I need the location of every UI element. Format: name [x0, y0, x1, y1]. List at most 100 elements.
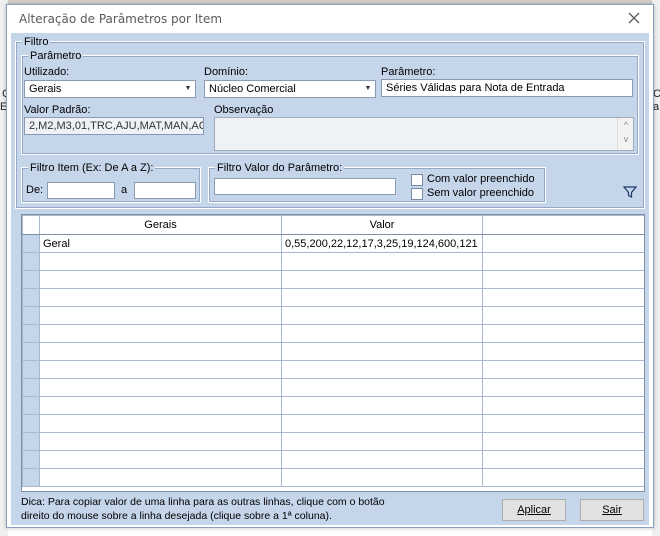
- dominio-combo[interactable]: Núcleo Comercial ▼: [204, 80, 376, 98]
- row-indicator[interactable]: [22, 306, 40, 325]
- table-row[interactable]: [22, 450, 644, 469]
- grid-cell[interactable]: [39, 432, 282, 451]
- filtro-item-legend: Filtro Item (Ex: De A a Z):: [28, 162, 156, 174]
- parametro-field[interactable]: Séries Válidas para Nota de Entrada: [381, 79, 633, 97]
- grid-cell: [482, 414, 644, 433]
- grid-cell: [482, 468, 644, 487]
- row-indicator[interactable]: [22, 234, 40, 253]
- grid-cell: [482, 450, 644, 469]
- table-row[interactable]: [22, 324, 644, 343]
- de-input[interactable]: [47, 182, 115, 199]
- grid-cell[interactable]: [39, 396, 282, 415]
- a-input[interactable]: [134, 182, 196, 199]
- grid-cell[interactable]: [39, 342, 282, 361]
- grid-cell[interactable]: [39, 324, 282, 343]
- grid-cell-gerais[interactable]: Geral: [39, 234, 282, 253]
- chevron-down-icon[interactable]: ▼: [181, 81, 195, 97]
- table-row[interactable]: [22, 360, 644, 379]
- column-header-gerais[interactable]: Gerais: [39, 215, 282, 235]
- grid-cell[interactable]: [39, 414, 282, 433]
- sair-button[interactable]: Sair: [580, 499, 644, 521]
- table-row[interactable]: [22, 306, 644, 325]
- filtro-legend: Filtro: [22, 36, 51, 48]
- grid-cell[interactable]: [281, 468, 483, 487]
- table-row[interactable]: [22, 288, 644, 307]
- grid-cell: [482, 378, 644, 397]
- chevron-down-icon[interactable]: ▼: [361, 81, 375, 97]
- table-row[interactable]: [22, 396, 644, 415]
- grid-cell[interactable]: [39, 468, 282, 487]
- grid-cell[interactable]: [39, 252, 282, 271]
- grid-cell[interactable]: [281, 360, 483, 379]
- table-row[interactable]: [22, 468, 644, 487]
- grid-cell[interactable]: [281, 342, 483, 361]
- grid-cell-valor[interactable]: 0,55,200,22,12,17,3,25,19,124,600,121: [281, 234, 483, 253]
- grid-cell[interactable]: [281, 378, 483, 397]
- grid-cell: [482, 270, 644, 289]
- grid-cell[interactable]: [39, 450, 282, 469]
- grid-cell: [482, 360, 644, 379]
- row-indicator[interactable]: [22, 468, 40, 487]
- grid-cell[interactable]: [281, 432, 483, 451]
- grid-cell[interactable]: [281, 270, 483, 289]
- sair-label: Sair: [602, 504, 622, 516]
- table-row[interactable]: [22, 378, 644, 397]
- utilizado-combo[interactable]: Gerais ▼: [24, 80, 196, 98]
- grid-cell[interactable]: [281, 324, 483, 343]
- row-indicator[interactable]: [22, 324, 40, 343]
- hint-line: Dica: Para copiar valor de uma linha par…: [21, 496, 385, 508]
- table-row[interactable]: [22, 432, 644, 451]
- grid-corner: [22, 215, 40, 235]
- row-indicator[interactable]: [22, 360, 40, 379]
- table-row[interactable]: [22, 342, 644, 361]
- com-valor-checkbox[interactable]: [411, 174, 423, 186]
- column-header-valor[interactable]: Valor: [281, 215, 483, 235]
- chevron-down-icon[interactable]: v: [618, 134, 634, 148]
- close-icon[interactable]: [625, 9, 643, 27]
- dominio-label: Domínio:: [204, 66, 249, 78]
- grid-cell[interactable]: [281, 252, 483, 271]
- table-row[interactable]: [22, 270, 644, 289]
- grid-cell[interactable]: [39, 306, 282, 325]
- parameter-grid[interactable]: Gerais Valor Geral 0,55,200,22,12,17,3,2…: [21, 214, 645, 492]
- row-indicator[interactable]: [22, 378, 40, 397]
- utilizado-value: Gerais: [29, 83, 62, 95]
- chevron-up-icon[interactable]: ^: [618, 120, 634, 134]
- valor-padrao-field[interactable]: 2,M2,M3,01,TRC,AJU,MAT,MAN,AGR,FF: [24, 117, 204, 135]
- grid-cell: [482, 432, 644, 451]
- grid-cell: [482, 306, 644, 325]
- table-row[interactable]: Geral 0,55,200,22,12,17,3,25,19,124,600,…: [22, 234, 644, 253]
- observacao-scrollbar[interactable]: ^ v: [617, 118, 633, 150]
- observacao-textarea[interactable]: ^ v: [214, 117, 634, 151]
- grid-cell: [482, 288, 644, 307]
- grid-cell[interactable]: [39, 270, 282, 289]
- row-indicator[interactable]: [22, 450, 40, 469]
- sem-valor-label: Sem valor preenchido: [427, 187, 535, 199]
- row-indicator[interactable]: [22, 342, 40, 361]
- dialog-client-area: Filtro Parâmetro Utilizado: Gerais ▼ Dom…: [11, 33, 649, 525]
- utilizado-label: Utilizado:: [24, 66, 70, 78]
- grid-cell[interactable]: [281, 306, 483, 325]
- row-indicator[interactable]: [22, 414, 40, 433]
- grid-cell[interactable]: [281, 288, 483, 307]
- row-indicator[interactable]: [22, 288, 40, 307]
- filtro-valor-input[interactable]: [214, 178, 396, 195]
- grid-cell[interactable]: [281, 396, 483, 415]
- row-indicator[interactable]: [22, 252, 40, 271]
- grid-cell: [482, 252, 644, 271]
- row-indicator[interactable]: [22, 270, 40, 289]
- filter-icon[interactable]: [622, 185, 639, 199]
- aplicar-button[interactable]: Aplicar: [502, 499, 566, 521]
- grid-cell[interactable]: [281, 450, 483, 469]
- grid-cell[interactable]: [39, 378, 282, 397]
- grid-cell[interactable]: [281, 414, 483, 433]
- dialog-window: Alteração de Parâmetros por Item Filtro …: [6, 4, 654, 528]
- sem-valor-checkbox[interactable]: [411, 188, 423, 200]
- table-row[interactable]: [22, 414, 644, 433]
- grid-cell[interactable]: [39, 360, 282, 379]
- grid-cell: [482, 342, 644, 361]
- grid-cell[interactable]: [39, 288, 282, 307]
- table-row[interactable]: [22, 252, 644, 271]
- row-indicator[interactable]: [22, 396, 40, 415]
- row-indicator[interactable]: [22, 432, 40, 451]
